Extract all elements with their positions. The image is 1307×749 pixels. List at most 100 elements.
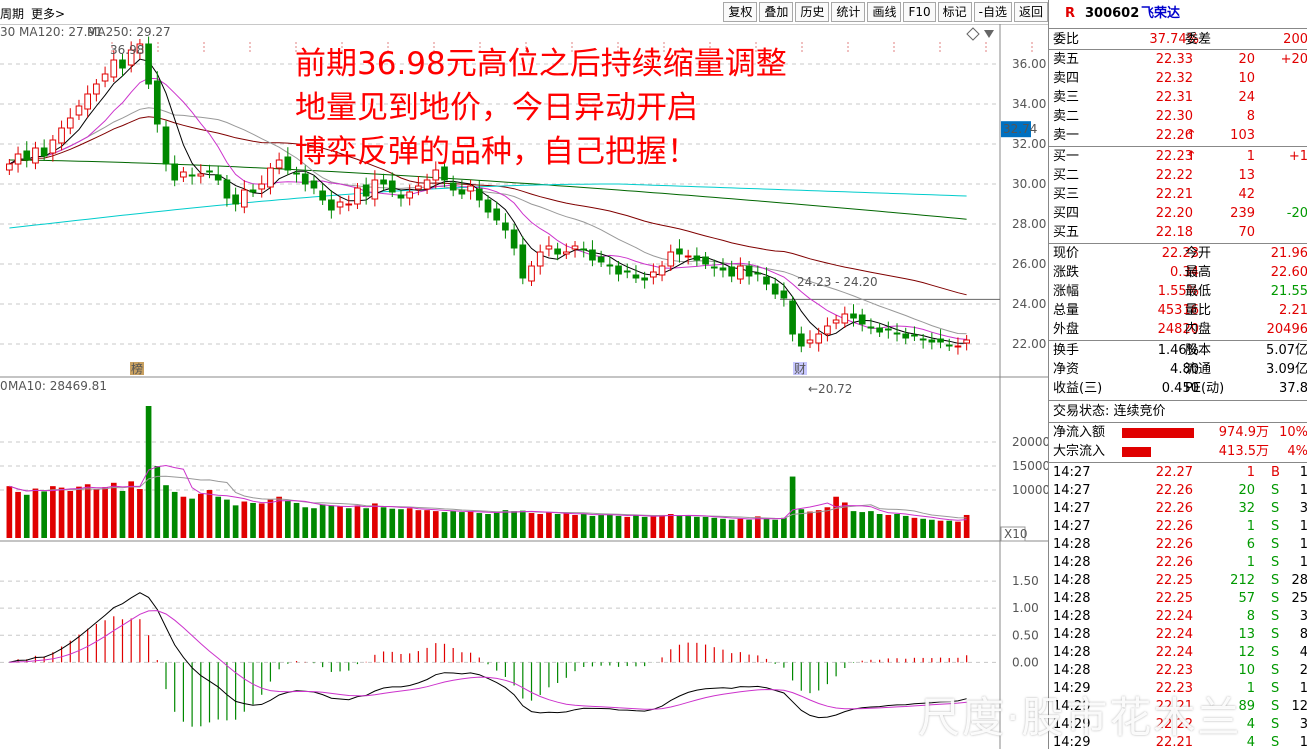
candle-body [919, 338, 927, 341]
candle-body [554, 248, 561, 255]
buy-change: +1 [1288, 149, 1307, 164]
volume-bar [319, 504, 326, 538]
tick-volume: 13 [1238, 627, 1255, 642]
sell-label: 卖一 [1053, 128, 1080, 143]
fund-value-right: 37.8 [1279, 381, 1307, 396]
toolbar-button-1[interactable]: 叠加 [759, 2, 794, 22]
volume-bar [537, 514, 544, 538]
toolbar-button-0[interactable]: 复权 [723, 2, 758, 22]
quote-row: 涨幅 1.55% 最低 21.55 [1049, 282, 1307, 301]
more-button[interactable]: 更多> [31, 5, 65, 22]
volume-bar [633, 514, 639, 538]
candle-body [214, 174, 222, 181]
volume-bar [711, 517, 718, 538]
stock-name: 飞荣达 [1141, 6, 1181, 21]
tick-count: 28 [1291, 573, 1307, 588]
macd-dea-line [9, 610, 967, 710]
volume-bar [258, 503, 265, 538]
toolbar-button-4[interactable]: 画线 [867, 2, 902, 22]
volume-bar [876, 514, 883, 538]
candle-body [684, 255, 692, 258]
candle-body [84, 93, 92, 110]
volume-bar [93, 489, 100, 538]
volume-bar [302, 507, 309, 538]
volume-bar [67, 490, 74, 538]
quote-label-right: 最低 [1185, 284, 1212, 299]
volume-bar [380, 507, 387, 538]
volume-bar [789, 476, 796, 538]
tick-count: 1 [1300, 553, 1307, 572]
volume-bar [441, 512, 448, 538]
volume-bar [267, 499, 274, 538]
tick-price: 22.26 [1155, 483, 1193, 498]
volume-bar [197, 493, 204, 538]
candle-body [667, 251, 675, 267]
tick-side: S [1271, 663, 1280, 678]
volume-bar [728, 519, 735, 538]
candle-body [93, 83, 100, 95]
candle-body [710, 266, 718, 269]
toolbar-button-8[interactable]: 返回 [1013, 2, 1048, 22]
tick-count: 3 [1300, 607, 1307, 626]
sell-volume: 8 [1246, 109, 1255, 124]
volume-bar [807, 511, 813, 538]
volume-bar [833, 496, 839, 538]
tick-count: 12 [1291, 699, 1307, 714]
volume-bar [311, 508, 317, 538]
volume-bar [894, 514, 900, 538]
candle-body [623, 270, 631, 273]
volume-bar [102, 487, 108, 538]
tick-volume: 212 [1230, 573, 1255, 588]
quote-label-right: 最高 [1185, 265, 1212, 280]
volume-bar [511, 511, 517, 538]
diamond-icon [966, 27, 980, 41]
candle-body [380, 179, 387, 185]
candle-body [119, 59, 126, 69]
volume-bar [293, 502, 300, 538]
sell-price: 22.32 [1155, 71, 1193, 86]
volume-bar [615, 515, 622, 538]
tick-time: 14:28 [1053, 537, 1091, 552]
toolbar-button-5[interactable]: F10 [903, 2, 936, 22]
toolbar-button-7[interactable]: -自选 [973, 2, 1012, 22]
quote-value-right: 21.96 [1270, 246, 1307, 261]
candle-body [258, 183, 266, 190]
candle-body [14, 153, 22, 165]
tick-side: S [1271, 591, 1280, 606]
volume-bar [659, 514, 665, 538]
volume-bar [110, 482, 117, 538]
toolbar-button-2[interactable]: 历史 [795, 2, 830, 22]
volume-bar [754, 516, 761, 538]
toolbar-button-3[interactable]: 统计 [831, 2, 866, 22]
tick-row: 14:28 22.25 57 S 25 [1049, 589, 1307, 608]
annotation-text: 前期36.98元高位之后持续缩量调整 地量见到地价，今日异动开启 博弈反弹的品种… [295, 42, 787, 174]
period-label[interactable]: 周期 [0, 5, 24, 22]
volume-bar [6, 486, 13, 538]
candle-body [702, 256, 709, 265]
volume-bar [920, 518, 926, 538]
buy-label: 买一 [1053, 149, 1080, 164]
diff-label: 委差 [1185, 32, 1212, 47]
candle-body [188, 174, 196, 177]
tick-side: S [1271, 537, 1280, 552]
volume-bar [859, 512, 866, 538]
fund-label-right: PE(动) [1185, 381, 1225, 396]
candle-body [153, 80, 161, 125]
toolbar-button-6[interactable]: 标记 [937, 2, 972, 22]
flow-pct: 10% [1279, 425, 1307, 440]
quote-value-right: 22.60 [1270, 265, 1307, 280]
volume-bar [389, 508, 396, 538]
volume-bar [23, 494, 30, 538]
candle-body [763, 276, 770, 285]
sell-arrow: ↑ [1186, 128, 1197, 143]
volume-bar [824, 507, 831, 538]
fund-row: 换手 1.46% 股本 5.07亿 [1049, 341, 1307, 360]
candle-body [162, 126, 170, 165]
volume-bar [563, 513, 570, 538]
tick-time: 14:27 [1053, 465, 1091, 480]
candle-body [232, 194, 239, 205]
quote-row: 现价 22.23 今开 21.96 [1049, 244, 1307, 263]
volume-bar [667, 514, 674, 538]
candle-body [354, 187, 361, 205]
tick-volume: 12 [1238, 645, 1255, 660]
